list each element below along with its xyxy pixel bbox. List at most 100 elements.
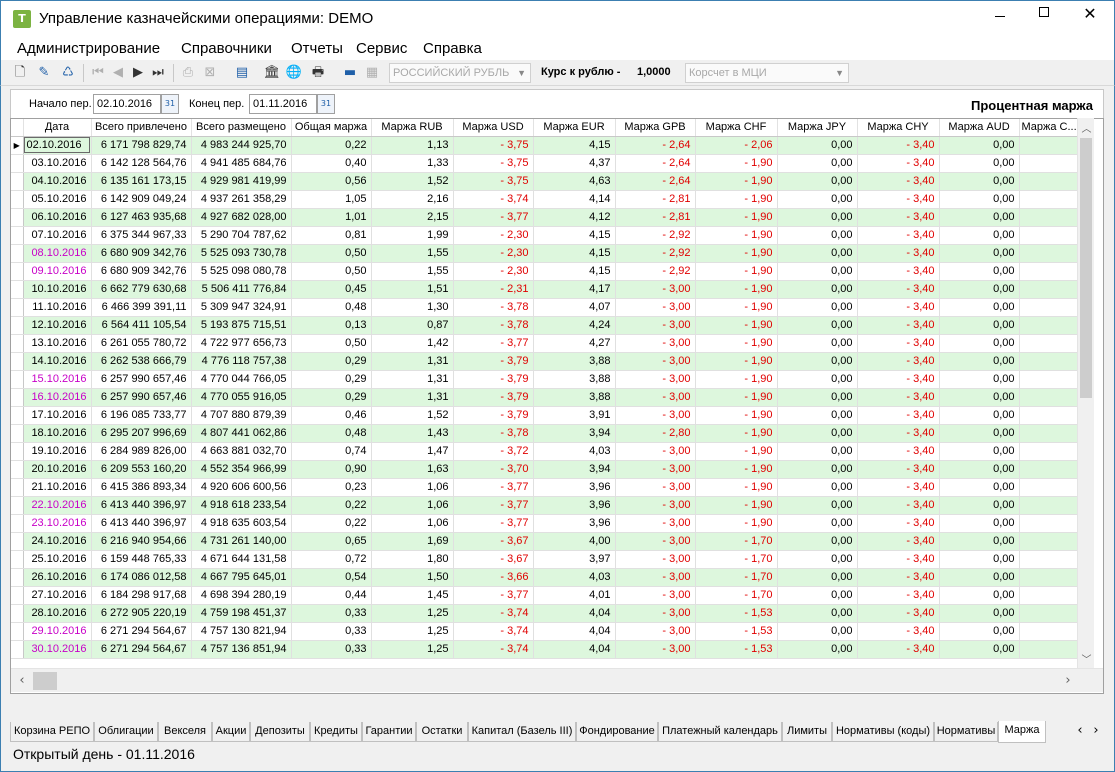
table-cell[interactable]: - 3,00 (615, 604, 696, 623)
table-cell[interactable]: - 1,90 (695, 514, 778, 533)
table-cell[interactable]: - 3,66 (453, 568, 534, 587)
table-cell[interactable]: - 3,40 (857, 604, 940, 623)
table-cell[interactable]: - 3,40 (857, 352, 940, 371)
table-cell[interactable]: 2,15 (371, 208, 454, 227)
table-cell[interactable]: 4,04 (533, 640, 616, 659)
table-cell[interactable] (1019, 154, 1080, 173)
table-row[interactable]: ▶ 02.10.2016 6 171 798 829,74 4 983 244 925… (11, 136, 1080, 155)
table-cell[interactable]: 6 662 779 630,68 (91, 280, 192, 299)
table-row[interactable]: 03.10.2016 6 142 128 564,76 4 941 485 684,… (11, 154, 1080, 173)
table-cell[interactable]: 5 525 093 730,78 (191, 244, 292, 263)
table-cell[interactable]: 0,00 (777, 478, 858, 497)
chevron-left-icon[interactable]: ‹ (1072, 723, 1088, 739)
table-row[interactable]: 25.10.2016 6 159 448 765,33 4 671 644 131,… (11, 550, 1080, 569)
table-cell[interactable]: 6 680 909 342,76 (91, 262, 192, 281)
table-cell[interactable]: - 3,40 (857, 442, 940, 461)
table-cell[interactable]: - 3,00 (615, 442, 696, 461)
table-cell[interactable]: 0,00 (777, 154, 858, 173)
table-cell[interactable]: 0,81 (291, 226, 372, 245)
horizontal-scroll-thumb[interactable] (33, 672, 57, 690)
table-cell[interactable]: 1,63 (371, 460, 454, 479)
table-cell[interactable]: 0,00 (777, 280, 858, 299)
table-cell[interactable]: - 3,40 (857, 460, 940, 479)
table-cell[interactable]: - 1,90 (695, 226, 778, 245)
table-cell[interactable]: 0,33 (291, 622, 372, 641)
table-cell[interactable]: 0,74 (291, 442, 372, 461)
table-cell[interactable] (1019, 334, 1080, 353)
table-cell[interactable]: 0,72 (291, 550, 372, 569)
table-cell[interactable]: - 3,40 (857, 568, 940, 587)
table-cell[interactable]: 3,88 (533, 388, 616, 407)
table-row[interactable]: 11.10.2016 6 466 399 391,11 5 309 947 324,… (11, 298, 1080, 317)
tab-guarantees[interactable]: Гарантии (362, 722, 416, 742)
column-header[interactable]: Дата (23, 119, 92, 137)
table-cell[interactable]: 6 262 538 666,79 (91, 352, 192, 371)
table-cell[interactable]: 1,55 (371, 244, 454, 263)
table-cell[interactable]: 4,15 (533, 262, 616, 281)
table-cell[interactable]: - 3,00 (615, 550, 696, 569)
table-cell[interactable]: - 3,40 (857, 622, 940, 641)
table-cell[interactable]: 0,00 (777, 622, 858, 641)
date-cell[interactable]: 06.10.2016 (23, 208, 92, 227)
table-cell[interactable]: 1,69 (371, 532, 454, 551)
table-cell[interactable]: 4,00 (533, 532, 616, 551)
table-row[interactable]: 17.10.2016 6 196 085 733,77 4 707 880 879,… (11, 406, 1080, 425)
table-cell[interactable]: 5 506 411 776,84 (191, 280, 292, 299)
table-cell[interactable]: 0,00 (939, 406, 1020, 425)
table-cell[interactable]: 3,96 (533, 514, 616, 533)
table-cell[interactable]: - 2,64 (615, 172, 696, 191)
table-cell[interactable]: 3,94 (533, 460, 616, 479)
table-cell[interactable]: 6 127 463 935,68 (91, 208, 192, 227)
table-cell[interactable]: 1,80 (371, 550, 454, 569)
delete-icon[interactable]: ♺ (59, 64, 77, 82)
table-cell[interactable] (1019, 280, 1080, 299)
date-cell[interactable]: 22.10.2016 (23, 496, 92, 515)
minimize-button[interactable] (977, 1, 1023, 31)
table-cell[interactable]: 1,05 (291, 190, 372, 209)
table-cell[interactable]: - 3,79 (453, 352, 534, 371)
table-cell[interactable]: 6 466 399 391,11 (91, 298, 192, 317)
new-document-icon[interactable]: 🗋 (11, 64, 29, 82)
last-record-icon[interactable]: ⏭ (149, 64, 167, 82)
table-cell[interactable]: 0,00 (777, 496, 858, 515)
bank-icon[interactable]: 🏛 (263, 64, 281, 82)
table-cell[interactable]: 6 284 989 826,00 (91, 442, 192, 461)
table-cell[interactable]: 5 193 875 715,51 (191, 316, 292, 335)
table-cell[interactable]: 0,00 (939, 136, 1020, 155)
table-row[interactable]: 30.10.2016 6 271 294 564,67 4 757 136 851,… (11, 640, 1080, 659)
table-cell[interactable] (1019, 388, 1080, 407)
table-cell[interactable]: - 1,90 (695, 478, 778, 497)
table-cell[interactable] (1019, 442, 1080, 461)
table-cell[interactable]: - 3,77 (453, 496, 534, 515)
column-header[interactable]: Маржа USD (453, 119, 534, 137)
table-cell[interactable]: 6 159 448 765,33 (91, 550, 192, 569)
column-header[interactable]: Маржа RUB (371, 119, 454, 137)
table-cell[interactable]: 0,29 (291, 352, 372, 371)
table-cell[interactable]: 0,00 (939, 172, 1020, 191)
table-cell[interactable]: 1,47 (371, 442, 454, 461)
table-cell[interactable]: 1,45 (371, 586, 454, 605)
table-cell[interactable]: 0,00 (777, 352, 858, 371)
column-header[interactable]: Маржа EUR (533, 119, 616, 137)
table-cell[interactable]: - 3,00 (615, 298, 696, 317)
date-cell[interactable]: 18.10.2016 (23, 424, 92, 443)
table-cell[interactable]: 0,90 (291, 460, 372, 479)
horizontal-scrollbar[interactable]: ‹ › (11, 668, 1103, 692)
table-cell[interactable]: 1,06 (371, 496, 454, 515)
table-cell[interactable] (1019, 514, 1080, 533)
table-cell[interactable]: 0,50 (291, 244, 372, 263)
table-cell[interactable]: 0,50 (291, 334, 372, 353)
table-cell[interactable]: 0,33 (291, 604, 372, 623)
table-cell[interactable]: 0,48 (291, 424, 372, 443)
table-cell[interactable]: 6 271 294 564,67 (91, 622, 192, 641)
start-date-field[interactable]: 02.10.2016 (93, 94, 161, 114)
table-cell[interactable]: - 2,81 (615, 190, 696, 209)
table-cell[interactable]: 4,27 (533, 334, 616, 353)
table-cell[interactable]: - 2,30 (453, 226, 534, 245)
date-cell[interactable]: 11.10.2016 (23, 298, 92, 317)
table-cell[interactable]: 4,01 (533, 586, 616, 605)
table-cell[interactable]: - 1,70 (695, 550, 778, 569)
table-cell[interactable]: 0,00 (939, 262, 1020, 281)
table-cell[interactable]: 0,00 (777, 604, 858, 623)
table-cell[interactable]: - 1,53 (695, 604, 778, 623)
